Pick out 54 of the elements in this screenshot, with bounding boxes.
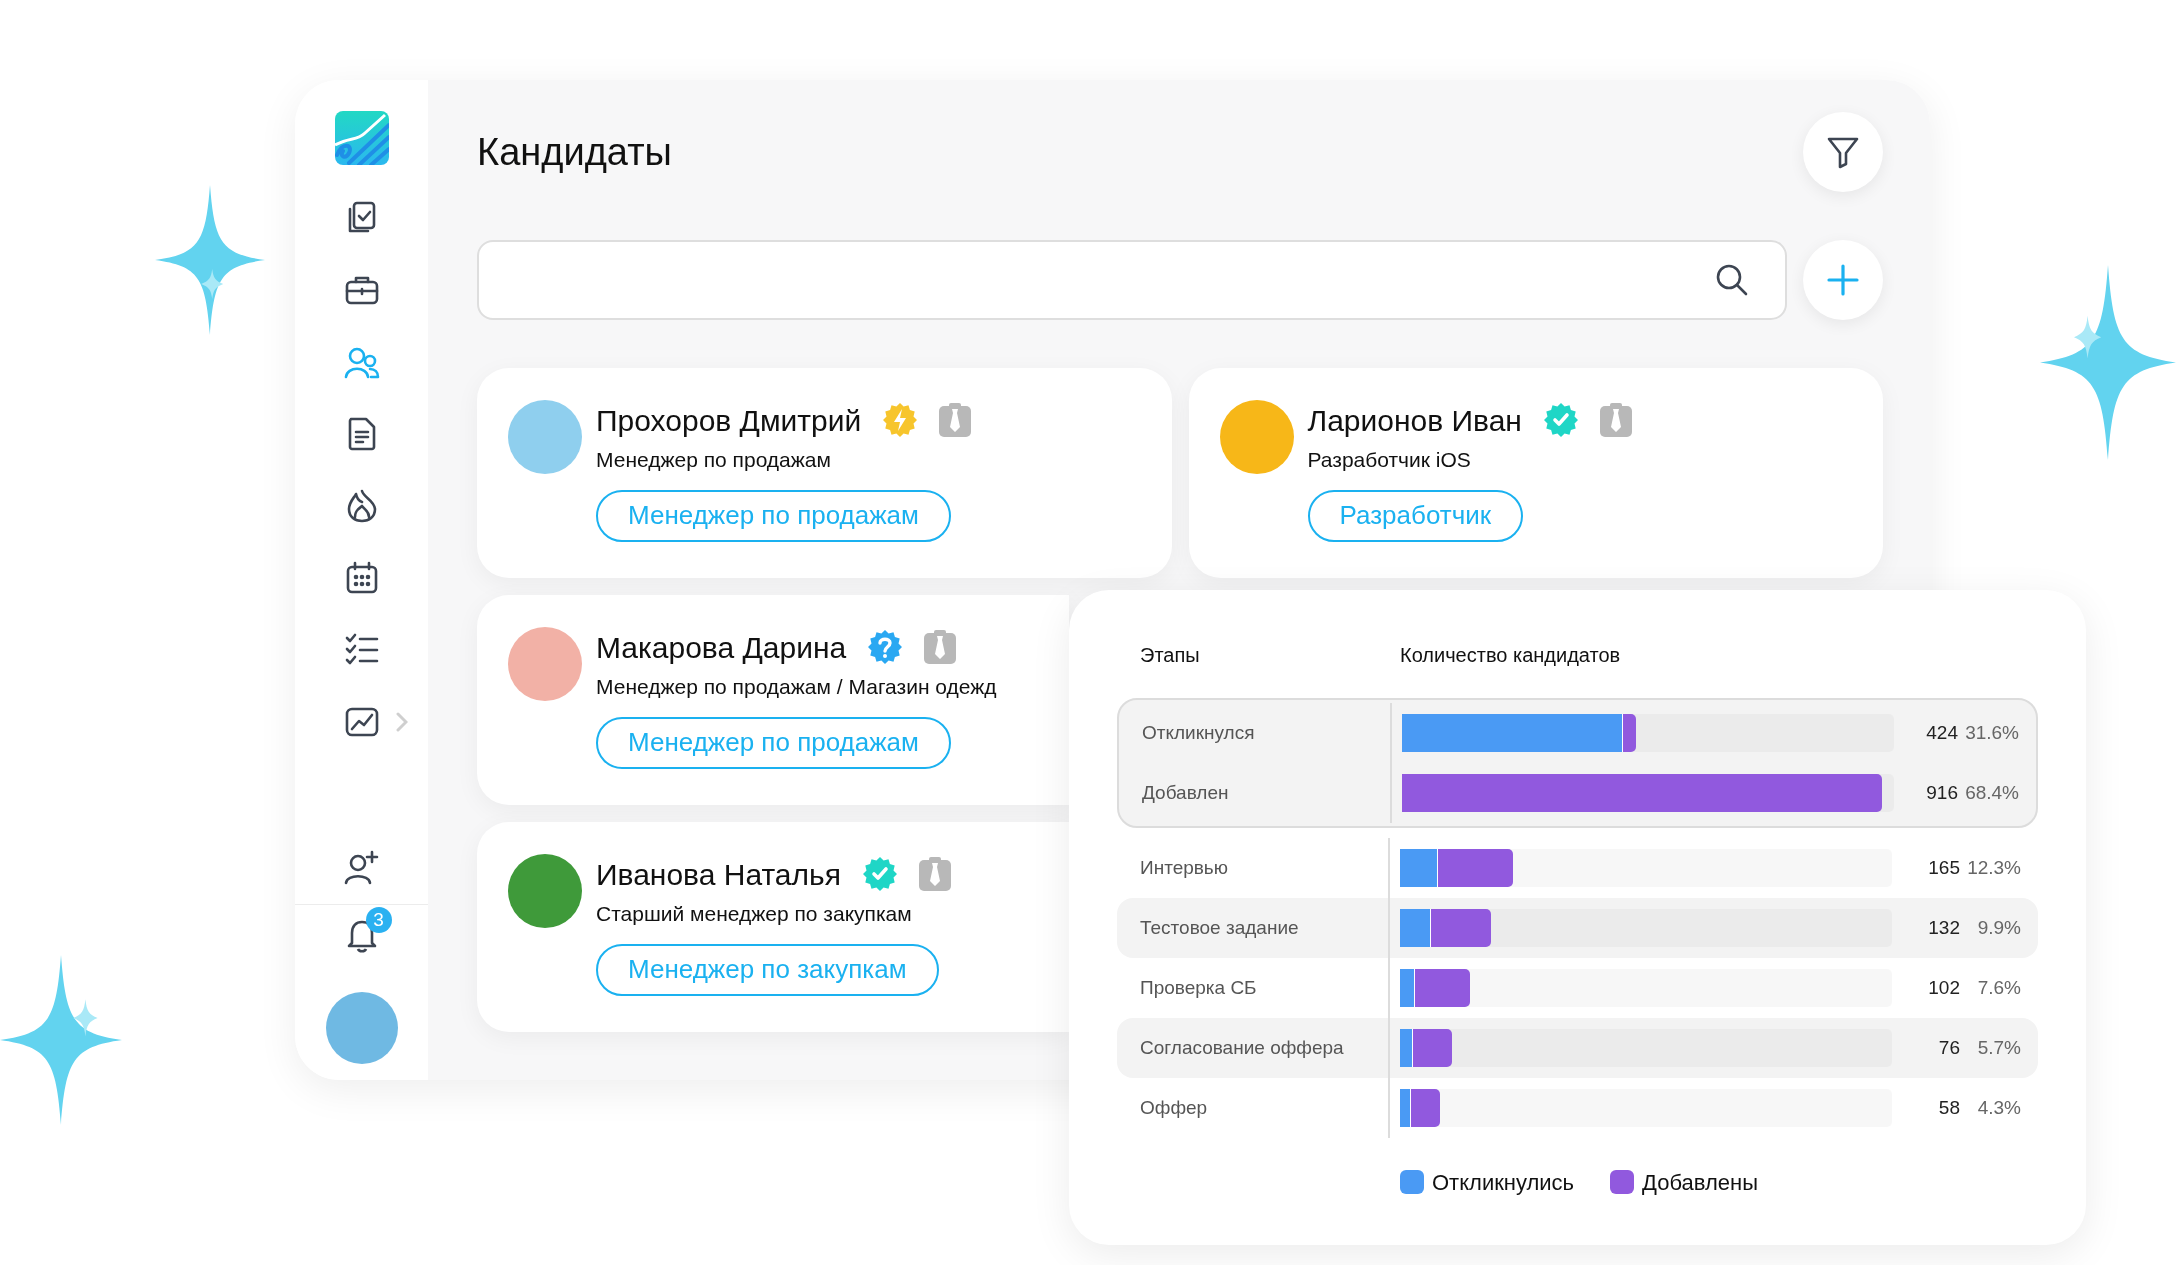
candidate-count: 165 [1928,855,1960,880]
vacancy-tag[interactable]: Менеджер по продажам [596,716,951,769]
share-percent: 68.4% [1964,780,2020,805]
page-title: Кандидаты [477,129,672,175]
stage-label: Интервью [1139,855,1229,880]
candidate-name: Прохоров Дмитрий [596,402,862,439]
logo-icon [334,111,389,165]
tie-icon [918,857,951,891]
candidate-count: 58 [1938,1095,1960,1120]
candidate-card[interactable]: Иванова Наталья Старший менеджер по закупкам Менеджер по закупкам [477,822,1069,1032]
stage-label: Согласование оффера [1139,1035,1345,1060]
stage-label: Оффер [1139,1095,1209,1120]
candidate-position: Разработчик iOS [1307,447,1472,473]
legend-label: Добавлены [1642,1168,1758,1197]
share-percent: 31.6% [1964,720,2020,745]
tie-icon [924,630,957,664]
candidate-card[interactable]: Ларионов Иван Разработчик iOS Разработчик [1188,368,1883,578]
stage-label: Проверка СБ [1139,975,1258,1000]
candidate-position: Менеджер по продажам [596,447,832,473]
search-icon [1715,263,1749,297]
share-percent: 4.3% [1976,1095,2022,1120]
candidate-count: 76 [1938,1035,1960,1060]
legend-label: Откликнулись [1432,1168,1575,1197]
search-field[interactable] [477,240,1787,320]
candidate-count: 132 [1928,915,1960,940]
candidate-name: Иванова Наталья [596,856,841,893]
candidate-count: 102 [1928,975,1960,1000]
share-percent: 12.3% [1966,855,2022,880]
share-percent: 7.6% [1976,975,2022,1000]
tie-icon [1599,403,1632,437]
candidate-name: Макарова Дарина [596,629,847,666]
candidate-position: Старший менеджер по закупкам [596,901,913,927]
vacancy-tag[interactable]: Менеджер по закупкам [596,943,939,996]
candidate-card[interactable]: Прохоров Дмитрий Менеджер по продажам Менеджер по продажам [477,368,1172,578]
vacancy-tag[interactable]: Менеджер по продажам [596,489,951,542]
notifications-button[interactable]: 3 [331,905,392,965]
candidate-position: Менеджер по продажам / Магазин одежд [596,674,997,700]
candidate-count: 424 [1926,720,1958,745]
notification-count: 3 [365,907,392,933]
plus-icon [1826,263,1860,297]
column-header: Этапы [1139,643,1201,668]
stage-label: Откликнулся [1141,720,1256,745]
stage-label: Тестовое задание [1139,915,1300,940]
share-percent: 5.7% [1976,1035,2022,1060]
stage-label: Добавлен [1141,780,1230,805]
column-header: Количество кандидатов [1400,643,1621,668]
add-user-icon [342,848,381,886]
candidate-name: Ларионов Иван [1307,402,1522,439]
candidate-count: 916 [1926,780,1958,805]
filter-icon [1826,135,1860,169]
tie-icon [939,403,972,437]
candidate-card[interactable]: Макарова Дарина Менеджер по продажам / Магазин одежд Менеджер по продажам [477,595,1069,805]
vacancy-tag[interactable]: Разработчик [1307,489,1524,542]
share-percent: 9.9% [1976,915,2022,940]
